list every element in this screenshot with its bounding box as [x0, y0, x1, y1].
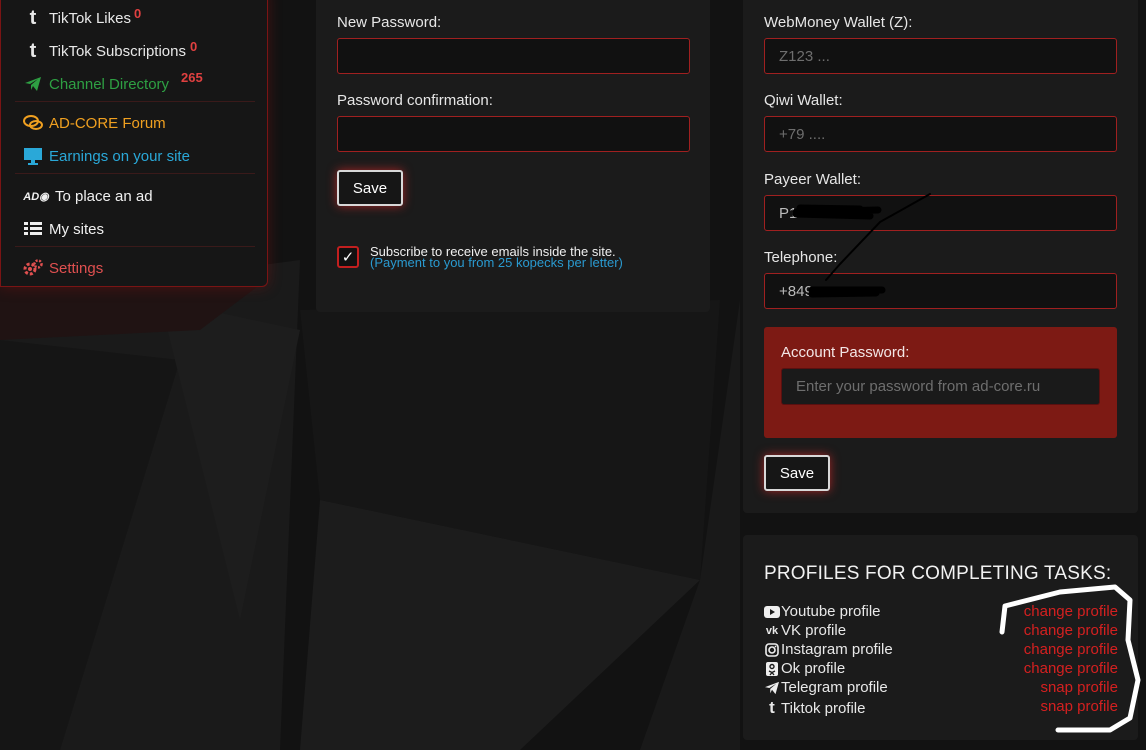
- payeer-label: Payeer Wallet:: [764, 171, 861, 188]
- profile-name: Instagram profile: [781, 641, 893, 658]
- profile-row-youtube: Youtube profile change profile: [764, 603, 1118, 622]
- gears-icon: [23, 259, 43, 277]
- qiwi-label: Qiwi Wallet:: [764, 92, 843, 109]
- telegram-icon: [764, 681, 780, 695]
- sidebar-item-label: AD-CORE Forum: [49, 114, 166, 132]
- tiktok-icon: t: [29, 6, 37, 29]
- profile-name: VK profile: [781, 622, 847, 639]
- tiktok-icon: t: [29, 39, 37, 62]
- sidebar-divider: [15, 101, 255, 102]
- snap-profile-link[interactable]: snap profile: [1040, 698, 1118, 715]
- payeer-input[interactable]: [764, 195, 1117, 231]
- instagram-icon: [764, 642, 780, 657]
- sidebar-divider: [15, 173, 255, 174]
- profile-name: Tiktok profile: [781, 699, 866, 717]
- list-icon: [23, 222, 43, 236]
- sidebar-item-label: Channel Directory: [49, 75, 170, 93]
- profile-name: Youtube profile: [781, 603, 881, 620]
- chat-bubbles-icon: [23, 115, 43, 131]
- sidebar: t TikTok Likes 0 t TikTok Subscriptions …: [0, 0, 268, 287]
- change-profile-link[interactable]: change profile: [1024, 622, 1118, 639]
- sidebar-item-earnings[interactable]: Earnings on your site: [23, 143, 190, 169]
- checkmark-icon: ✓: [341, 249, 355, 266]
- channel-directory-count: 265: [181, 70, 203, 85]
- profile-name: Telegram profile: [781, 679, 888, 696]
- password-confirmation-input[interactable]: [337, 116, 690, 152]
- profile-row-vk: vk VK profile change profile: [764, 622, 1118, 641]
- sidebar-divider: [15, 246, 255, 247]
- save-password-button[interactable]: Save: [337, 170, 403, 206]
- password-confirmation-label: Password confirmation:: [337, 92, 493, 109]
- sidebar-item-label: TikTok Likes: [49, 9, 131, 27]
- sidebar-item-label: TikTok Subscriptions: [49, 42, 186, 60]
- tiktok-subscriptions-count: 0: [190, 39, 198, 54]
- sidebar-item-tiktok-subscriptions[interactable]: t TikTok Subscriptions: [23, 38, 186, 64]
- change-profile-link[interactable]: change profile: [1024, 641, 1118, 658]
- profile-row-instagram: Instagram profile change profile: [764, 641, 1118, 660]
- new-password-input[interactable]: [337, 38, 690, 74]
- sidebar-item-place-ad[interactable]: AD◉ To place an ad: [23, 183, 153, 209]
- telephone-input[interactable]: [764, 273, 1117, 309]
- profile-name: Ok profile: [781, 660, 846, 677]
- sidebar-item-forum[interactable]: AD-CORE Forum: [23, 110, 166, 136]
- monitor-icon: [23, 147, 43, 165]
- sidebar-item-label: Settings: [49, 259, 104, 277]
- new-password-label: New Password:: [337, 14, 442, 31]
- sidebar-item-settings[interactable]: Settings: [23, 255, 103, 281]
- profile-row-telegram: Telegram profile snap profile: [764, 679, 1118, 698]
- subscribe-note: (Payment to you from 25 kopecks per lett…: [370, 255, 623, 270]
- sidebar-item-my-sites[interactable]: My sites: [23, 216, 104, 242]
- change-profile-link[interactable]: change profile: [1024, 660, 1118, 677]
- ad-icon: AD◉: [23, 190, 49, 203]
- tiktok-likes-count: 0: [134, 6, 142, 21]
- sidebar-item-tiktok-likes[interactable]: t TikTok Likes: [23, 5, 131, 31]
- sidebar-item-label: To place an ad: [55, 187, 153, 205]
- ok-icon: [764, 661, 780, 676]
- telephone-label: Telephone:: [764, 249, 838, 266]
- youtube-icon: [764, 605, 780, 618]
- profiles-title: PROFILES FOR COMPLETING TASKS:: [764, 563, 1112, 584]
- qiwi-input[interactable]: [764, 116, 1117, 152]
- profile-row-tiktok: t Tiktok profile snap profile: [764, 698, 1118, 717]
- telegram-icon: [23, 76, 43, 92]
- tiktok-icon: t: [769, 698, 775, 717]
- account-password-input[interactable]: [781, 368, 1100, 405]
- sidebar-item-label: My sites: [49, 220, 105, 238]
- account-password-label: Account Password:: [781, 344, 910, 361]
- profile-row-ok: Ok profile change profile: [764, 660, 1118, 679]
- sidebar-item-channel-directory[interactable]: Channel Directory: [23, 71, 169, 97]
- snap-profile-link[interactable]: snap profile: [1040, 679, 1118, 696]
- webmoney-input[interactable]: [764, 38, 1117, 74]
- save-wallets-button[interactable]: Save: [764, 455, 830, 491]
- subscribe-checkbox[interactable]: ✓: [337, 246, 359, 268]
- webmoney-label: WebMoney Wallet (Z):: [764, 14, 913, 31]
- change-profile-link[interactable]: change profile: [1024, 603, 1118, 620]
- vk-icon: vk: [765, 624, 779, 637]
- sidebar-item-label: Earnings on your site: [49, 147, 190, 165]
